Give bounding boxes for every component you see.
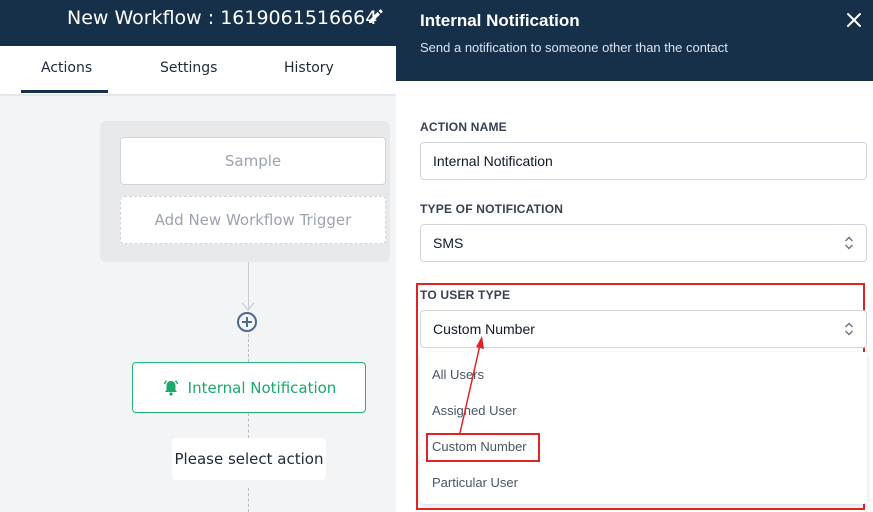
connector-dashed-line [248,334,249,362]
workflow-title: New Workflow : 1619061516664 [67,7,378,29]
drawer-title: Internal Notification [420,11,580,30]
to-user-type-dropdown: All Users Assigned User Custom Number Pa… [420,352,867,504]
dropdown-option-assigned-user[interactable]: Assigned User [432,403,517,418]
drawer-header: Internal Notification Send a notificatio… [396,0,873,81]
tab-settings[interactable]: Settings [160,60,217,76]
trigger-sample[interactable]: Sample [120,137,386,185]
chevron-up-down-icon [845,236,853,250]
workflow-tabs: Actions Settings History [0,46,396,96]
action-node-label: Internal Notification [187,378,337,397]
annotation-option-box [426,433,540,462]
active-tab-indicator [21,90,108,93]
connector-dashed-line [248,413,249,438]
to-user-type-select[interactable]: Custom Number [420,310,867,348]
type-of-notification-value: SMS [433,235,464,251]
chevron-up-down-icon [845,322,853,336]
type-of-notification-label: TYPE OF NOTIFICATION [420,202,564,216]
bell-icon [163,379,178,396]
action-name-input[interactable]: Internal Notification [420,142,867,180]
tab-history[interactable]: History [284,60,334,76]
workflow-header: New Workflow : 1619061516664 [0,0,396,46]
select-action-placeholder[interactable]: Please select action [172,438,326,480]
dropdown-option-particular-user[interactable]: Particular User [432,475,518,490]
internal-notification-drawer: Internal Notification Send a notificatio… [396,0,873,512]
pencil-icon[interactable] [366,6,386,26]
drawer-subtitle: Send a notification to someone other tha… [420,40,728,55]
dropdown-option-all-users[interactable]: All Users [432,367,484,382]
add-trigger-button[interactable]: Add New Workflow Trigger [120,196,386,244]
connector-dashed-line [248,488,249,512]
to-user-type-label: TO USER TYPE [420,288,511,302]
action-name-label: ACTION NAME [420,120,507,134]
connector-arrow-icon [241,302,255,311]
close-icon[interactable] [844,10,864,30]
add-action-plus-icon[interactable] [237,312,257,332]
type-of-notification-select[interactable]: SMS [420,224,867,262]
to-user-type-value: Custom Number [433,321,535,337]
tab-actions[interactable]: Actions [41,60,92,76]
action-node-internal-notification[interactable]: Internal Notification [132,362,366,413]
